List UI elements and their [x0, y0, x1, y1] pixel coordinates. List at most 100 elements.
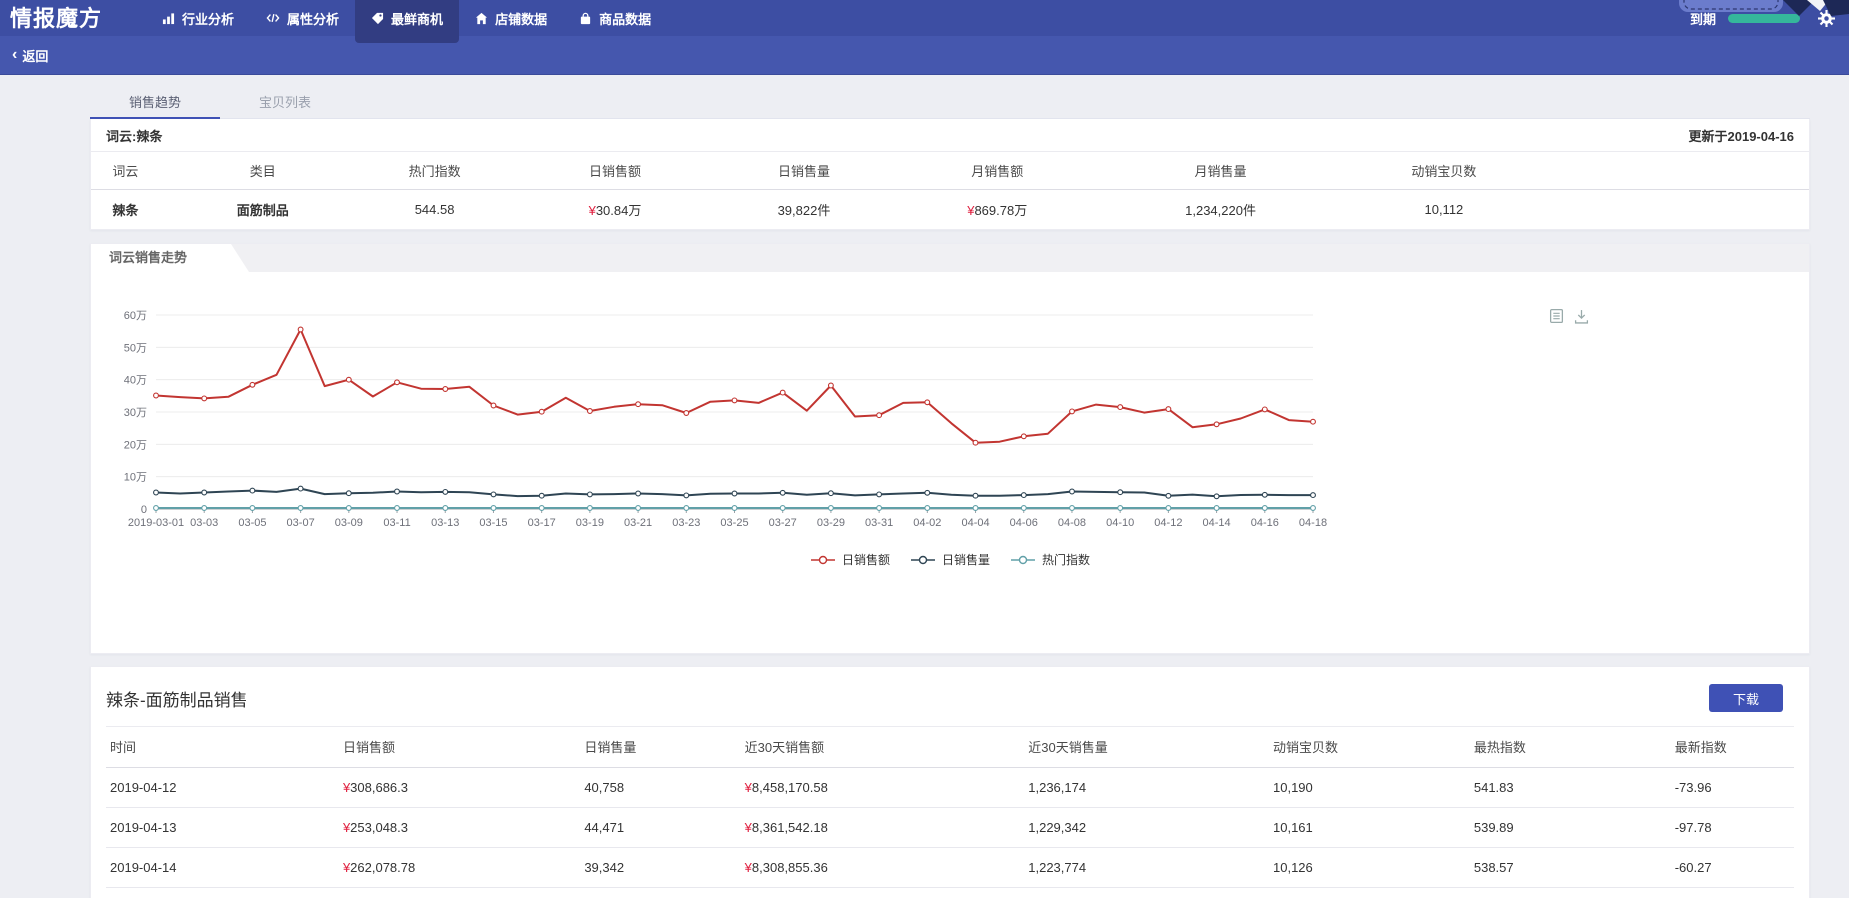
column-header: 近30天销售额: [741, 727, 1025, 768]
svg-text:04-16: 04-16: [1251, 517, 1279, 529]
sales-table-title: 辣条-面筋制品销售: [106, 686, 248, 711]
table-cell: ¥253,048.3: [339, 808, 580, 848]
table-cell: 2019-04-12: [106, 768, 339, 808]
nav-item-industry-analysis[interactable]: 行业分析: [146, 0, 250, 36]
tab-item-list[interactable]: 宝贝列表: [220, 91, 350, 118]
sales-card-header: 辣条-面筋制品销售 下载: [91, 667, 1809, 726]
nav-item-label: 商品数据: [599, 9, 651, 28]
table-cell: 10,161: [1269, 808, 1470, 848]
table-row: 2019-04-14¥262,078.7839,342¥8,308,855.36…: [106, 848, 1794, 888]
table-cell: 44,471: [580, 808, 740, 848]
table-cell: 52.45: [1671, 888, 1794, 898]
table-cell: 43,313: [580, 888, 740, 898]
legend-label: 日销售量: [942, 551, 990, 568]
svg-text:03-07: 03-07: [287, 517, 315, 529]
summary-card-header: 词云:辣条 更新于2019-04-16: [91, 119, 1809, 152]
nav-item-attribute-analysis[interactable]: 属性分析: [250, 0, 355, 36]
table-cell: ¥262,078.78: [339, 848, 580, 888]
nav-item-label: 店铺数据: [495, 9, 547, 28]
app-logo: 情报魔方: [0, 0, 116, 35]
back-label: 返回: [22, 46, 48, 65]
svg-text:04-18: 04-18: [1299, 517, 1327, 529]
table-cell: ¥308,686.3: [339, 768, 580, 808]
svg-text:2019-03-01: 2019-03-01: [128, 517, 184, 529]
table-cell: 1,236,174: [1024, 768, 1269, 808]
table-cell: 2019-04-15: [106, 888, 339, 898]
updated-date: 更新于2019-04-16: [1689, 126, 1795, 145]
nav-item-shop-data[interactable]: 店铺数据: [459, 0, 563, 36]
summary-card: 词云:辣条 更新于2019-04-16 词云类目热门指数日销售额日销售量月销售额…: [90, 119, 1810, 230]
table-row: 2019-04-12¥308,686.340,758¥8,458,170.581…: [106, 768, 1794, 808]
download-button[interactable]: 下载: [1709, 684, 1783, 712]
table-cell: 541.83: [1470, 768, 1671, 808]
column-header: 月销售量: [1113, 152, 1328, 190]
table-cell: 10,126: [1269, 848, 1470, 888]
column-header: 日销售额: [503, 152, 726, 190]
svg-text:60万: 60万: [124, 310, 147, 322]
gear-icon[interactable]: [1818, 10, 1835, 27]
bar-chart-icon: [162, 12, 175, 25]
nav-item-product-data[interactable]: 商品数据: [563, 0, 667, 36]
table-cell: ¥8,308,855.36: [741, 848, 1025, 888]
svg-text:03-05: 03-05: [238, 517, 266, 529]
tab-sales-trend[interactable]: 销售趋势: [90, 91, 220, 119]
svg-text:03-17: 03-17: [528, 517, 556, 529]
svg-text:10万: 10万: [124, 472, 147, 484]
svg-text:04-02: 04-02: [913, 517, 941, 529]
table-cell: ¥8,361,542.18: [741, 808, 1025, 848]
table-cell: 538.57: [1470, 848, 1671, 888]
svg-text:20万: 20万: [124, 439, 147, 451]
column-header: 动销宝贝数: [1269, 727, 1470, 768]
table-cell: 2019-04-13: [106, 808, 339, 848]
svg-text:04-06: 04-06: [1010, 517, 1038, 529]
yen-symbol: ¥: [343, 820, 350, 835]
table-cell: 面筋制品: [160, 190, 366, 230]
legend-label: 热门指数: [1042, 551, 1090, 568]
tag-icon: [371, 12, 384, 25]
daily-sales-table: 时间日销售额日销售量近30天销售额近30天销售量动销宝贝数最热指数最新指数201…: [106, 726, 1794, 898]
yen-symbol: ¥: [343, 860, 350, 875]
legend-item-日销售量[interactable]: 日销售量: [910, 551, 990, 568]
column-header: 月销售额: [881, 152, 1113, 190]
legend-item-热门指数[interactable]: 热门指数: [1010, 551, 1090, 568]
svg-text:40万: 40万: [124, 375, 147, 387]
table-row: 辣条面筋制品544.58¥30.84万39,822件¥869.78万1,234,…: [91, 190, 1809, 230]
chart-title: 词云销售走势: [91, 244, 249, 272]
svg-text:03-03: 03-03: [190, 517, 218, 529]
yen-symbol: ¥: [589, 203, 596, 218]
table-cell: -60.27: [1671, 848, 1794, 888]
yen-symbol: ¥: [745, 860, 752, 875]
download-icon[interactable]: [1574, 308, 1589, 324]
table-cell: ¥8,325,796.66: [741, 888, 1025, 898]
back-button[interactable]: ‹ 返回: [12, 46, 48, 65]
nav-item-label: 行业分析: [182, 9, 234, 28]
table-cell: ¥280,326.16: [339, 888, 580, 898]
svg-text:30万: 30万: [124, 407, 147, 419]
data-view-icon[interactable]: [1549, 308, 1564, 324]
chart-card-band: 词云销售走势: [91, 244, 1809, 272]
table-cell: 2019-04-14: [106, 848, 339, 888]
column-header: 日销售量: [727, 152, 882, 190]
legend-item-日销售额[interactable]: 日销售额: [810, 551, 890, 568]
svg-text:04-10: 04-10: [1106, 517, 1134, 529]
chart-legend: 日销售额 日销售量 热门指数: [91, 551, 1809, 568]
chart-toolbox: [1549, 308, 1589, 324]
nav-item-fresh-opportunities[interactable]: 最鲜商机: [355, 0, 459, 43]
svg-text:03-19: 03-19: [576, 517, 604, 529]
table-cell: ¥30.84万: [503, 190, 726, 230]
yen-symbol: ¥: [745, 820, 752, 835]
nav-item-label: 属性分析: [287, 9, 339, 28]
sales-card: 辣条-面筋制品销售 下载 时间日销售额日销售量近30天销售额近30天销售量动销宝…: [90, 666, 1810, 898]
svg-text:50万: 50万: [124, 342, 147, 354]
expiry-progress-bar: [1728, 14, 1800, 23]
bag-icon: [579, 12, 592, 25]
chart-card: 词云销售走势 010万20万30万40万50万: [90, 243, 1810, 654]
tab-bar: 销售趋势宝贝列表: [90, 91, 1810, 119]
svg-text:03-31: 03-31: [865, 517, 893, 529]
svg-text:03-13: 03-13: [431, 517, 459, 529]
yen-symbol: ¥: [745, 780, 752, 795]
table-cell: ¥869.78万: [881, 190, 1113, 230]
svg-text:03-21: 03-21: [624, 517, 652, 529]
table-header-row: 时间日销售额日销售量近30天销售额近30天销售量动销宝贝数最热指数最新指数: [106, 727, 1794, 768]
keyword-summary-table: 词云类目热门指数日销售额日销售量月销售额月销售量动销宝贝数辣条面筋制品544.5…: [91, 152, 1809, 229]
